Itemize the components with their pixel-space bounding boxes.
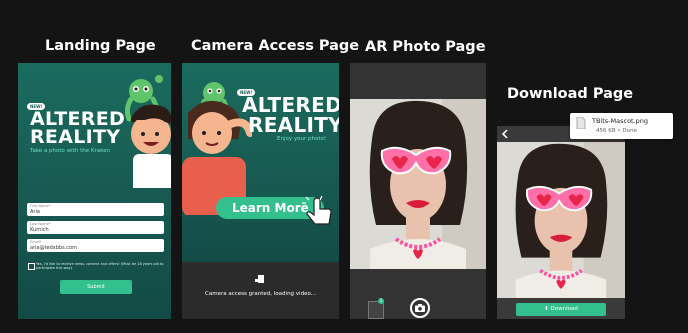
file-icon (576, 117, 586, 129)
download-button-label: Download (550, 306, 578, 312)
submit-button[interactable]: Submit (60, 280, 132, 294)
email-field[interactable]: Email* aria@tedxbbs.com (27, 239, 164, 252)
camera-status-text: Camera access granted, loading video... (205, 291, 316, 297)
download-screen: ⬇ Download (497, 126, 625, 319)
email-label: Email* (30, 240, 42, 244)
gallery-count-badge: 1 (378, 298, 384, 304)
first-name-field[interactable]: First Name* Aria (27, 203, 164, 216)
brand-line-2: REALITY (30, 126, 121, 148)
toast-meta: 456 KB • Done (596, 128, 637, 134)
consent-text: Yes, I'd like to receive news, content a… (36, 262, 164, 270)
download-button[interactable]: ⬇ Download (516, 303, 606, 316)
ar-selfie-image (350, 99, 486, 269)
camera-icon (255, 275, 264, 283)
ar-camera-view (350, 99, 486, 269)
download-page-title: Download Page (507, 86, 634, 102)
camera-shutter-icon (415, 304, 425, 312)
toast-filename: TBits-Mascot.png (592, 117, 649, 125)
camera-screen: NEW! ALTERED REALITY Enjoy your photo! L… (182, 63, 339, 319)
back-arrow-icon[interactable] (502, 130, 510, 138)
ar-selfie-image (497, 142, 625, 298)
camera-hero: NEW! ALTERED REALITY Enjoy your photo! L… (182, 63, 339, 262)
shutter-button[interactable] (410, 298, 430, 318)
last-name-value: Kurnich (30, 227, 49, 233)
ar-screen: 1 (350, 63, 486, 319)
downloaded-photo (497, 142, 625, 298)
brand-line-1: ALTERED (242, 93, 339, 117)
last-name-field[interactable]: Last Name* Kurnich (27, 221, 164, 234)
camera-subtitle: Enjoy your photo! (277, 136, 327, 142)
cartoon-boy-illustration (131, 104, 171, 188)
last-name-label: Last Name* (30, 222, 51, 226)
first-name-label: First Name* (30, 204, 51, 208)
email-value: aria@tedxbbs.com (30, 245, 77, 251)
hand-pointer-icon (302, 195, 332, 225)
landing-subtitle: Take a photo with the Kraken (30, 148, 110, 154)
camera-page-title: Camera Access Page (191, 38, 360, 54)
download-toast[interactable]: TBits-Mascot.png 456 KB • Done (570, 113, 673, 139)
landing-page-title: Landing Page (45, 38, 156, 54)
consent-checkbox[interactable] (28, 263, 35, 270)
ar-page-title: AR Photo Page (365, 39, 486, 55)
brand-line-2: REALITY (248, 113, 339, 137)
first-name-value: Aria (30, 209, 40, 215)
